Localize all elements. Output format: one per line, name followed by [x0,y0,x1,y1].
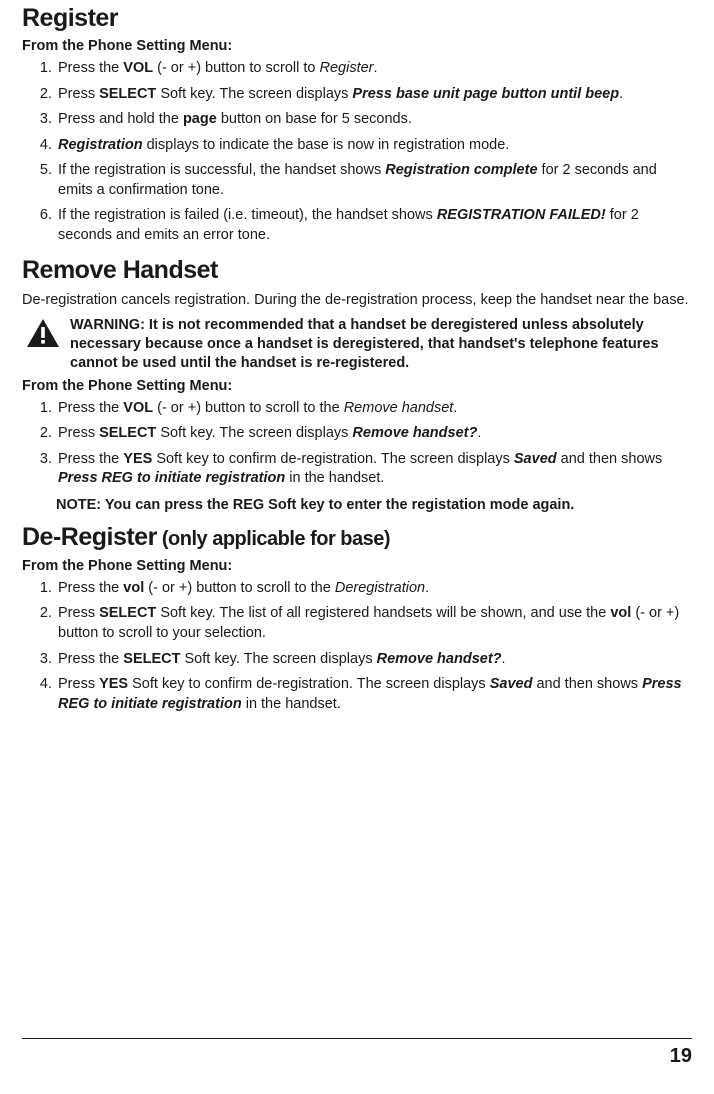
register-menu-label: From the Phone Setting Menu: [22,38,692,54]
list-item: Press the VOL (- or +) button to scroll … [56,59,692,79]
deregister-title-suffix: (only applicable for base) [157,528,390,550]
list-item: Press SELECT Soft key. The list of all r… [56,604,692,643]
list-item: Press SELECT Soft key. The screen displa… [56,424,692,444]
text-bold: page [183,111,217,127]
text: Press [58,605,99,621]
text-bold: SELECT [99,425,156,441]
text: Press [58,676,99,692]
text: . [619,86,623,102]
text: and then shows [557,451,663,467]
text: Press [58,86,99,102]
remove-steps-list: Press the VOL (- or +) button to scroll … [22,399,692,489]
text: . [502,651,506,667]
text-bold: vol [123,580,144,596]
text: in the handset. [285,470,384,486]
warning-text: WARNING: It is not recommended that a ha… [70,316,692,373]
list-item: Press YES Soft key to confirm de-registr… [56,675,692,714]
text: Press the [58,651,123,667]
page-number: 19 [670,1045,692,1067]
deregister-title-main: De-Register [22,523,157,551]
remove-intro-text: De-registration cancels registration. Du… [22,291,692,311]
text: Soft key to confirm de-registration. The… [128,676,490,692]
text: Press the [58,400,123,416]
text-bolditalic: REGISTRATION FAILED! [437,207,606,223]
text-italic: Deregistration [335,580,425,596]
text: Press the [58,451,123,467]
text-bolditalic: Press REG to initiate registration [58,470,285,486]
text-bolditalic: Remove handset? [352,425,477,441]
text-bolditalic: Saved [514,451,557,467]
text: (- or +) button to scroll to the [153,400,344,416]
text: Soft key. The screen displays [156,425,352,441]
deregister-steps-list: Press the vol (- or +) button to scroll … [22,579,692,714]
text-bolditalic: Registration [58,137,143,153]
section-deregister-title: De-Register (only applicable for base) [22,519,692,552]
list-item: Press SELECT Soft key. The screen displa… [56,85,692,105]
text-bold: SELECT [99,86,156,102]
remove-menu-label: From the Phone Setting Menu: [22,378,692,394]
text: and then shows [532,676,642,692]
text: If the registration is failed (i.e. time… [58,207,437,223]
warning-icon [26,318,60,353]
text: . [477,425,481,441]
text-bold: VOL [123,400,153,416]
text-italic: Remove handset [344,400,454,416]
text: in the handset. [242,696,341,712]
text-bolditalic: Press base unit page button until beep [352,86,619,102]
text-bold: VOL [123,60,153,76]
text-bolditalic: Saved [490,676,533,692]
list-item: Press the SELECT Soft key. The screen di… [56,650,692,670]
deregister-menu-label: From the Phone Setting Menu: [22,558,692,574]
remove-note: NOTE: You can press the REG Soft key to … [56,497,692,513]
page-footer: 19 [22,1038,692,1068]
text: . [453,400,457,416]
text: button on base for 5 seconds. [217,111,412,127]
text-bold: SELECT [99,605,156,621]
text-bolditalic: Registration complete [385,162,537,178]
text-bold: SELECT [123,651,180,667]
list-item: If the registration is successful, the h… [56,161,692,200]
text-bold: YES [99,676,128,692]
list-item: Press the vol (- or +) button to scroll … [56,579,692,599]
text: If the registration is successful, the h… [58,162,385,178]
text-italic: Register [320,60,374,76]
register-steps-list: Press the VOL (- or +) button to scroll … [22,59,692,246]
text: displays to indicate the base is now in … [143,137,510,153]
text: Soft key. The screen displays [156,86,352,102]
text: Press and hold the [58,111,183,127]
warning-block: WARNING: It is not recommended that a ha… [26,316,692,373]
section-remove-title: Remove Handset [22,252,692,285]
text: . [374,60,378,76]
text: Soft key. The screen displays [180,651,376,667]
text: Soft key to confirm de-registration. The… [152,451,514,467]
list-item: Press and hold the page button on base f… [56,110,692,130]
text: Press [58,425,99,441]
list-item: Press the YES Soft key to confirm de-reg… [56,450,692,489]
text: Press the [58,580,123,596]
text: Soft key. The list of all registered han… [156,605,610,621]
text: . [425,580,429,596]
list-item: If the registration is failed (i.e. time… [56,206,692,245]
text-bold: YES [123,451,152,467]
text: (- or +) button to scroll to [153,60,319,76]
text-bold: vol [610,605,631,621]
text: (- or +) button to scroll to the [144,580,335,596]
list-item: Registration displays to indicate the ba… [56,136,692,156]
section-register-title: Register [22,0,692,33]
text-bolditalic: Remove handset? [377,651,502,667]
list-item: Press the VOL (- or +) button to scroll … [56,399,692,419]
text: Press the [58,60,123,76]
